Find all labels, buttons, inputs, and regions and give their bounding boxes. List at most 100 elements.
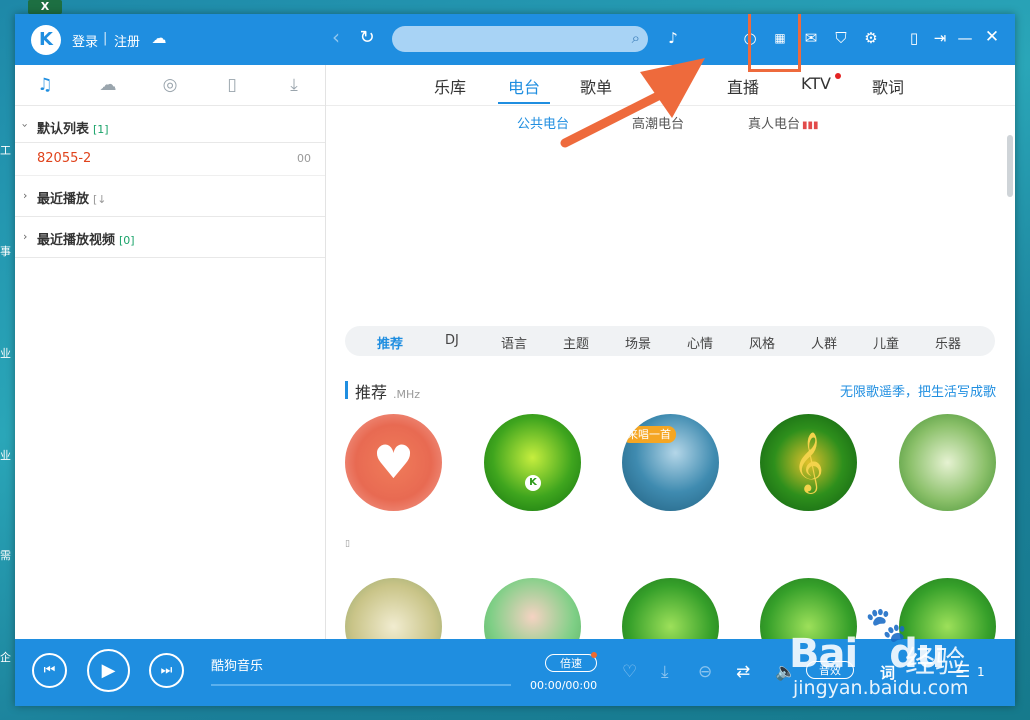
recent-play-group[interactable]: › 最近播放 [↓ [15,176,325,217]
minimize-icon[interactable]: — [955,29,975,47]
category-bar: 推荐 DJ 语言 主题 场景 心情 风格 人群 儿童 乐器 [345,326,995,356]
equalizer-icon: ▮▮▮ [802,120,819,131]
category-item[interactable]: 推荐 [377,333,403,352]
skin-shirt-icon[interactable]: ⛉ [831,29,851,47]
title-bar: K 登录 | 注册 ☁ ‹ ↻ ⌕ ♪ ○ ▦ ✉ ⛉ ⚙ ▯ ⇥ — ✕ [15,14,1015,65]
mail-icon[interactable]: ✉ [801,29,821,47]
back-icon[interactable]: ‹ [326,25,346,49]
category-item[interactable]: 风格 [749,333,775,352]
excel-icon[interactable]: X [28,0,62,14]
playlist-icon[interactable]: ☰ [955,662,970,682]
desktop-label: 企 [0,651,11,664]
song-duration: 00 [297,152,311,165]
station-card[interactable] [899,414,996,511]
tab-live[interactable]: 直播 [727,74,759,98]
tab-lyrics[interactable]: 歌词 [872,74,904,98]
search-input[interactable]: ⌕ [392,26,648,52]
section-marker [345,381,348,399]
play-button[interactable]: ▶ [87,649,130,692]
station-card[interactable]: ♥ [345,414,442,511]
like-heart-icon[interactable]: ♡ [622,662,637,682]
category-item[interactable]: 儿童 [873,333,899,352]
repeat-icon[interactable]: ⇄ [736,662,750,682]
download-icon[interactable]: ⤓ [280,75,308,95]
active-tab-underline [498,102,550,104]
song-name: 82055-2 [37,151,92,166]
heart-icon: ♥ [372,435,415,489]
side-mode-icon[interactable]: ⇥ [930,29,950,47]
settings-gear-icon[interactable]: ⚙ [861,29,881,47]
desktop-label: 业 [0,449,11,462]
kugou-window: K 登录 | 注册 ☁ ‹ ↻ ⌕ ♪ ○ ▦ ✉ ⛉ ⚙ ▯ ⇥ — ✕ ♫ … [15,14,1015,706]
category-item[interactable]: 场景 [625,333,651,352]
category-item[interactable]: DJ [445,333,459,348]
playlist-count: 1 [977,665,985,679]
lyrics-button[interactable]: 词 [880,662,895,683]
sidebar-tabs: ♫ ☁ ◎ ▯ ⤓ [15,65,325,106]
voice-search-icon[interactable]: ♪ [663,29,683,47]
login-link[interactable]: 登录 [72,31,98,50]
default-list-group[interactable]: › 默认列表 [1] [15,106,325,143]
default-list-title: 默认列表 [1] [37,122,109,137]
category-item[interactable]: 乐器 [935,333,961,352]
section-title: 推荐 .MHz [355,383,421,402]
register-link[interactable]: 注册 [114,31,140,50]
player-bar: ⏮ ▶ ⏭ 酷狗音乐 倍速 00:00/00:00 ♡ ⤓ ⊖ ⇄ 🔈 音效 词… [15,639,1015,706]
category-item[interactable]: 语言 [501,333,527,352]
tab-radio[interactable]: 电台 [508,74,540,98]
separator: | [103,31,108,46]
section-promo-link[interactable]: 无限歌遥季，把生活写成歌 [840,381,996,400]
category-item[interactable]: 主题 [563,333,589,352]
now-playing-title: 酷狗音乐 [211,659,264,674]
category-item[interactable]: 心情 [687,333,713,352]
station-label: ▯ [345,539,350,549]
scrollbar[interactable] [1007,135,1013,197]
notification-dot [835,73,841,79]
tab-library[interactable]: 乐库 [434,74,466,98]
tab-ktv[interactable]: KTV [801,74,831,93]
more-icon[interactable]: ⊖ [698,662,712,682]
chevron-down-icon: › [18,123,32,128]
desktop-labels: 工 事 业 业 需 企 [0,0,16,720]
subtab-climax-radio[interactable]: 高潮电台 [632,113,684,132]
highlight-box [748,14,801,72]
notification-dot [591,652,597,658]
station-card[interactable]: 𝄞 [760,414,857,511]
kugou-logo[interactable]: K [31,25,61,55]
main-content: 乐库 电台 歌单 直播 KTV 歌词 公共电台 高潮电台 真人电台 ▮▮▮ 推荐 … [326,65,1015,675]
station-card[interactable]: 来唱一首 [622,414,719,511]
recent-video-title: 最近播放视频 [0] [37,233,135,248]
device-icon[interactable]: ▯ [218,75,246,95]
station-card[interactable]: K [484,414,581,511]
speed-button[interactable]: 倍速 [545,654,597,672]
recent-video-group[interactable]: › 最近播放视频 [0] [15,217,325,258]
treble-clef-icon: 𝄞 [793,432,824,492]
sidebar: ♫ ☁ ◎ ▯ ⤓ › 默认列表 [1] 82055-2 00 › 最近播放 [↓ … [15,65,326,639]
progress-bar[interactable] [211,684,511,686]
previous-button[interactable]: ⏮ [32,653,67,688]
subtab-public-radio[interactable]: 公共电台 [517,113,569,132]
sing-badge: 来唱一首 [622,426,676,443]
desktop-label: 业 [0,347,11,360]
download-icon[interactable]: ⤓ [661,662,669,682]
mini-mode-icon[interactable]: ▯ [904,29,924,47]
close-icon[interactable]: ✕ [982,27,1002,47]
category-item[interactable]: 人群 [811,333,837,352]
next-button[interactable]: ⏭ [149,653,184,688]
tab-playlist[interactable]: 歌单 [580,74,612,98]
search-icon[interactable]: ⌕ [632,29,640,47]
desktop-label: 事 [0,245,11,258]
main-nav: 乐库 电台 歌单 直播 KTV 歌词 [326,65,1015,106]
refresh-icon[interactable]: ↻ [357,27,377,48]
cloud-icon[interactable]: ☁ [94,75,122,95]
recent-play-title: 最近播放 [↓ [37,192,107,207]
list-item[interactable]: 82055-2 00 [15,143,325,176]
sound-effect-button[interactable]: 音效 [806,661,854,679]
radio-icon[interactable]: ◎ [156,75,184,95]
volume-icon[interactable]: 🔈 [775,662,796,682]
cloud-sync-icon[interactable]: ☁ [149,29,169,47]
music-note-icon[interactable]: ♫ [31,75,59,95]
subtab-live-host-radio[interactable]: 真人电台 ▮▮▮ [748,113,819,132]
time-display: 00:00/00:00 [530,679,598,692]
kugou-mini-logo: K [525,475,541,491]
